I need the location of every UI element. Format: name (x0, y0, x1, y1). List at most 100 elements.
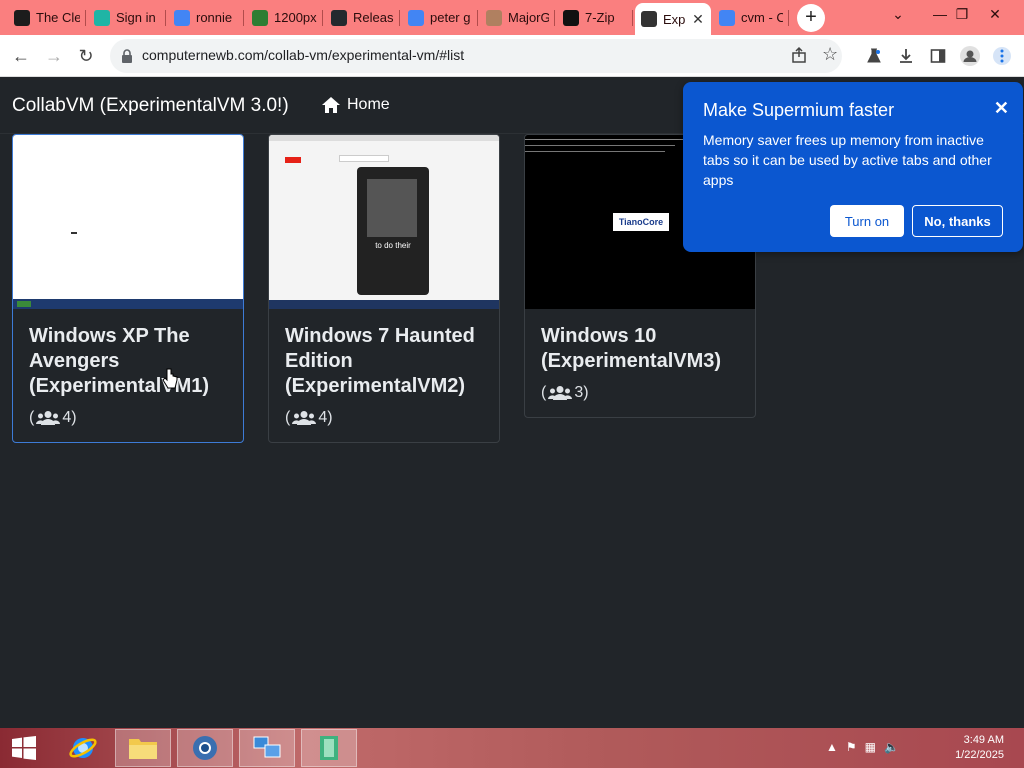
network-icon[interactable]: ▦ (865, 740, 876, 754)
home-link[interactable]: Home (321, 96, 390, 114)
popup-body: Memory saver frees up memory from inacti… (703, 132, 992, 188)
vm2-video-caption: to do their (375, 241, 411, 250)
browser-tab[interactable]: MajorG (480, 3, 555, 32)
tab-separator (165, 10, 166, 26)
browser-tab-label: ronnie (196, 10, 233, 25)
turn-on-button[interactable]: Turn on (830, 205, 904, 237)
popup-close-icon[interactable]: ✕ (994, 98, 1009, 119)
github-favicon-icon (331, 9, 347, 26)
users-icon (548, 386, 573, 400)
browser-tab[interactable]: peter g (402, 3, 478, 32)
browser-tab[interactable]: Release (325, 3, 400, 32)
browser-tab[interactable]: 7-Zip (557, 3, 633, 32)
tab-separator (788, 10, 789, 26)
hand-cursor-icon (162, 368, 178, 389)
vm-card-2[interactable]: to do their Windows 7 Haunted Edition (E… (268, 134, 500, 443)
clock[interactable]: 3:49 AM 1/22/2025 (955, 733, 1004, 763)
chromium-browser-icon[interactable] (177, 729, 233, 767)
popup-title: Make Supermium faster (703, 100, 895, 120)
clock-time: 3:49 AM (963, 734, 1004, 746)
bookmark-star-icon[interactable]: ☆ (822, 44, 838, 65)
google-favicon-icon (174, 9, 190, 26)
volume-icon[interactable]: 🔈 (884, 740, 899, 754)
tab-search-chevron-icon[interactable]: ⌄ (878, 0, 918, 28)
url-text[interactable]: computernewb.com/collab-vm/experimental-… (142, 47, 464, 63)
browser-tab[interactable]: cvm - C (713, 3, 789, 32)
vm-users-1: ( 4) (29, 409, 77, 426)
file-explorer-icon[interactable] (115, 729, 171, 767)
side-panel-icon[interactable] (924, 42, 952, 70)
tab-separator (477, 10, 478, 26)
labs-flask-icon[interactable] (860, 42, 888, 70)
browser-tab-label: peter g (430, 10, 471, 25)
browser-tab[interactable]: The Cle (8, 3, 86, 32)
site-brand[interactable]: CollabVM (ExperimentalVM 3.0!) (12, 95, 289, 117)
system-tray: ▲ ⚑ ▦ 🔈 (826, 740, 899, 754)
lock-icon (122, 49, 132, 63)
vm-card-1[interactable]: Windows XP The Avengers (ExperimentalVM1… (12, 134, 244, 443)
browser-toolbar: ← → ↻ computernewb.com/collab-vm/experim… (0, 35, 1024, 77)
collabvm-favicon-icon (641, 11, 657, 27)
vm-title-3: Windows 10 (ExperimentalVM3) (541, 325, 722, 372)
remote-desktop-icon[interactable] (239, 729, 295, 767)
windows-logo-icon (12, 736, 36, 760)
address-bar[interactable]: computernewb.com/collab-vm/experimental-… (110, 39, 842, 73)
browser-tab[interactable]: 1200px (246, 3, 323, 32)
clock-date: 1/22/2025 (955, 749, 1004, 761)
tab-separator (85, 10, 86, 26)
browser-tab-strip: The Cle Sign in ronnie 1200px Release peter g… (0, 0, 1024, 35)
show-hidden-icons-icon[interactable]: ▲ (826, 740, 838, 754)
browser-tab-label: cvm - C (741, 10, 783, 25)
google-favicon-icon (719, 9, 735, 26)
profile-avatar-icon[interactable] (956, 42, 984, 70)
home-icon (322, 97, 340, 113)
home-link-label: Home (347, 96, 390, 113)
vm-users-3: ( 3) (541, 384, 589, 401)
reload-icon[interactable]: ↻ (72, 42, 100, 70)
users-icon (292, 411, 317, 425)
vm-title-2: Windows 7 Haunted Edition (ExperimentalV… (285, 325, 475, 397)
browser-tab-label: The Cle (36, 10, 80, 25)
browser-tab-label: Exp (663, 11, 685, 27)
tab-separator (632, 10, 633, 26)
start-button[interactable] (0, 729, 48, 767)
action-center-flag-icon[interactable]: ⚑ (846, 740, 857, 754)
windows-taskbar: ▲ ⚑ ▦ 🔈 3:49 AM 1/22/2025 (0, 728, 1024, 768)
new-tab-button[interactable]: + (797, 4, 825, 32)
internet-explorer-icon[interactable] (55, 729, 111, 767)
browser-tab[interactable]: ronnie (168, 3, 244, 32)
google-favicon-icon (408, 9, 424, 26)
close-window-button[interactable]: ✕ (975, 0, 1015, 28)
document-app-icon[interactable] (301, 729, 357, 767)
signin-favicon-icon (94, 9, 110, 26)
7zip-favicon-icon (563, 9, 579, 26)
vm-users-2: ( 4) (285, 409, 333, 426)
menu-kebab-icon[interactable] (988, 42, 1016, 70)
wikimedia-favicon-icon (252, 9, 268, 26)
browser-tab-label: Release (353, 10, 394, 25)
no-thanks-button[interactable]: No, thanks (912, 205, 1003, 237)
tab-separator (554, 10, 555, 26)
majorg-favicon-icon (486, 9, 502, 26)
browser-tab-label: 7-Zip (585, 10, 615, 25)
share-icon[interactable] (790, 46, 808, 64)
tab-separator (399, 10, 400, 26)
memory-saver-popup: Make Supermium faster ✕ Memory saver fre… (683, 82, 1023, 252)
tianocore-logo: TianoCore (613, 213, 669, 231)
browser-tab[interactable]: Exp ✕ (635, 3, 711, 35)
download-icon[interactable] (892, 42, 920, 70)
tab-separator (322, 10, 323, 26)
browser-tab[interactable]: Sign in (88, 3, 166, 32)
back-arrow-icon[interactable]: ← (7, 42, 35, 70)
browser-tab-label: Sign in (116, 10, 156, 25)
browser-tab-label: 1200px (274, 10, 317, 25)
vm-title-1: Windows XP The Avengers (ExperimentalVM1… (29, 325, 210, 397)
tbc-favicon-icon (14, 9, 30, 26)
browser-tab-label: MajorG (508, 10, 549, 25)
users-icon (36, 411, 61, 425)
forward-arrow-icon[interactable]: → (40, 42, 68, 70)
vm-thumbnail-2: to do their (269, 135, 499, 309)
vm-thumbnail-1 (13, 135, 243, 309)
tab-close-icon[interactable]: ✕ (691, 11, 705, 28)
tab-separator (243, 10, 244, 26)
